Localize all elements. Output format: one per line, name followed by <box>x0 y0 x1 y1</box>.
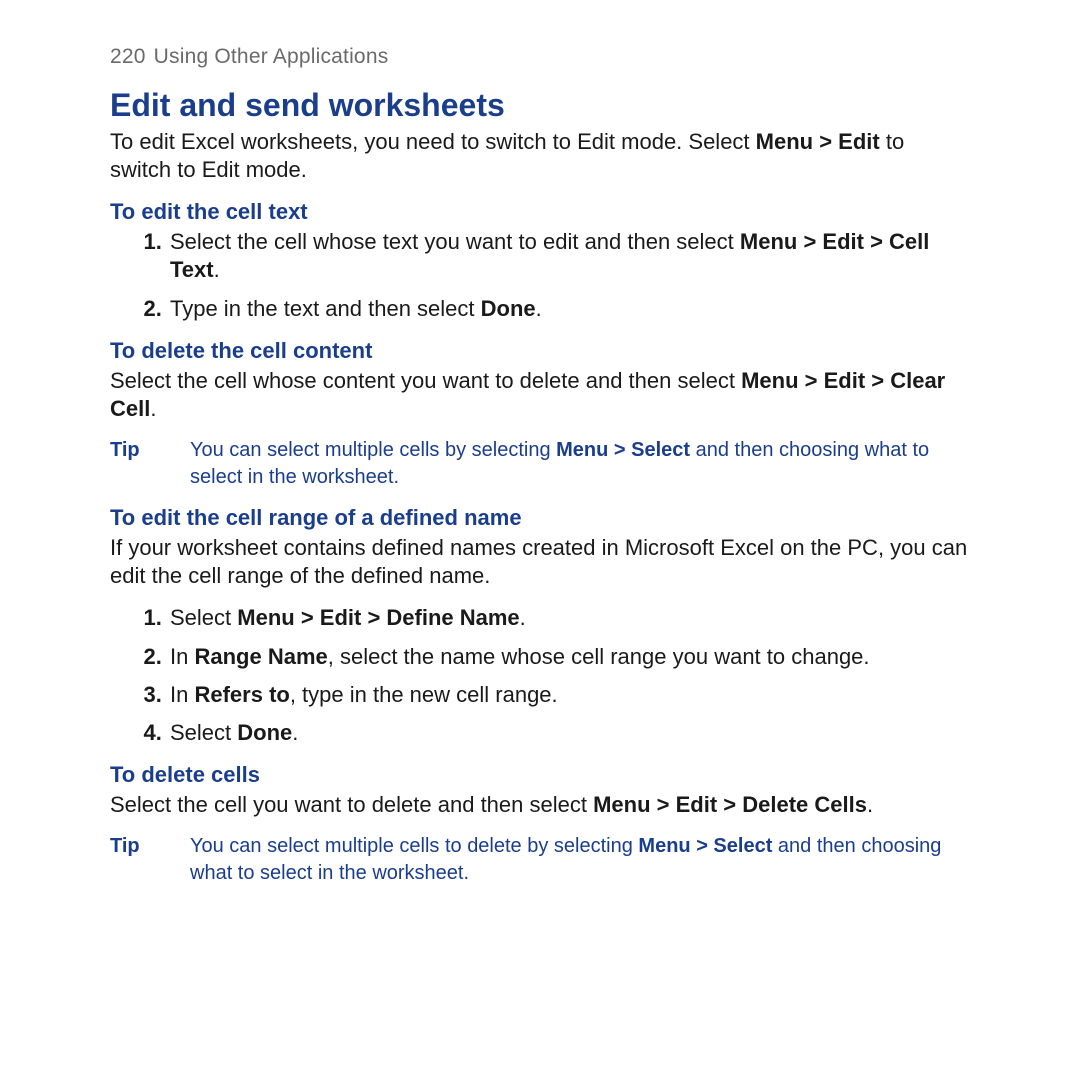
steps-edit-range: Select Menu > Edit > Define Name. In Ran… <box>110 604 970 747</box>
step1-b: . <box>214 257 220 282</box>
step-2: Type in the text and then select Done. <box>168 295 970 323</box>
step2-b: . <box>536 296 542 321</box>
document-page: 220 Using Other Applications Edit and sen… <box>0 0 1080 940</box>
step1-a: Select the cell whose text you want to e… <box>170 229 740 254</box>
edit-range-intro: If your worksheet contains defined names… <box>110 534 970 590</box>
er4-bold: Done <box>237 720 292 745</box>
er-step-4: Select Done. <box>168 719 970 747</box>
step2-a: Type in the text and then select <box>170 296 481 321</box>
dcell-bold: Menu > Edit > Delete Cells <box>593 792 867 817</box>
er4-a: Select <box>170 720 237 745</box>
tip2-label: Tip <box>110 833 190 886</box>
er2-bold: Range Name <box>194 644 327 669</box>
tip2-bold: Menu > Select <box>638 835 772 857</box>
heading-edit-cell-text: To edit the cell text <box>110 198 970 226</box>
er3-b: , type in the new cell range. <box>290 682 558 707</box>
er1-b: . <box>520 605 526 630</box>
page-number: 220 <box>110 45 146 68</box>
delete-content-body: Select the cell whose content you want t… <box>110 367 970 423</box>
dcell-b: . <box>867 792 873 817</box>
running-header: 220 Using Other Applications <box>110 44 970 71</box>
steps-edit-cell-text: Select the cell whose text you want to e… <box>110 228 970 322</box>
er1-a: Select <box>170 605 237 630</box>
er2-b: , select the name whose cell range you w… <box>328 644 870 669</box>
tip2-body: You can select multiple cells to delete … <box>190 833 970 886</box>
heading-delete-content: To delete the cell content <box>110 337 970 365</box>
section-title: Edit and send worksheets <box>110 85 970 126</box>
tip1-bold: Menu > Select <box>556 439 690 461</box>
tip-2: Tip You can select multiple cells to del… <box>110 833 970 886</box>
er2-a: In <box>170 644 194 669</box>
er3-a: In <box>170 682 194 707</box>
step-1: Select the cell whose text you want to e… <box>168 228 970 284</box>
tip-label: Tip <box>110 437 190 490</box>
dc-a: Select the cell whose content you want t… <box>110 368 741 393</box>
intro-text-a: To edit Excel worksheets, you need to sw… <box>110 129 756 154</box>
intro-bold: Menu > Edit <box>756 129 880 154</box>
heading-delete-cells: To delete cells <box>110 761 970 789</box>
er-step-2: In Range Name, select the name whose cel… <box>168 643 970 671</box>
step2-bold: Done <box>481 296 536 321</box>
tip-body: You can select multiple cells by selecti… <box>190 437 970 490</box>
dcell-a: Select the cell you want to delete and t… <box>110 792 593 817</box>
er3-bold: Refers to <box>194 682 289 707</box>
running-title: Using Other Applications <box>154 45 389 68</box>
er-step-3: In Refers to, type in the new cell range… <box>168 681 970 709</box>
section-intro: To edit Excel worksheets, you need to sw… <box>110 128 970 184</box>
heading-edit-range: To edit the cell range of a defined name <box>110 504 970 532</box>
tip2-a: You can select multiple cells to delete … <box>190 835 638 857</box>
er-step-1: Select Menu > Edit > Define Name. <box>168 604 970 632</box>
er1-bold: Menu > Edit > Define Name <box>237 605 519 630</box>
delete-cells-body: Select the cell you want to delete and t… <box>110 791 970 819</box>
er4-b: . <box>292 720 298 745</box>
dc-b: . <box>150 396 156 421</box>
tip-1: Tip You can select multiple cells by sel… <box>110 437 970 490</box>
tip1-a: You can select multiple cells by selecti… <box>190 439 556 461</box>
